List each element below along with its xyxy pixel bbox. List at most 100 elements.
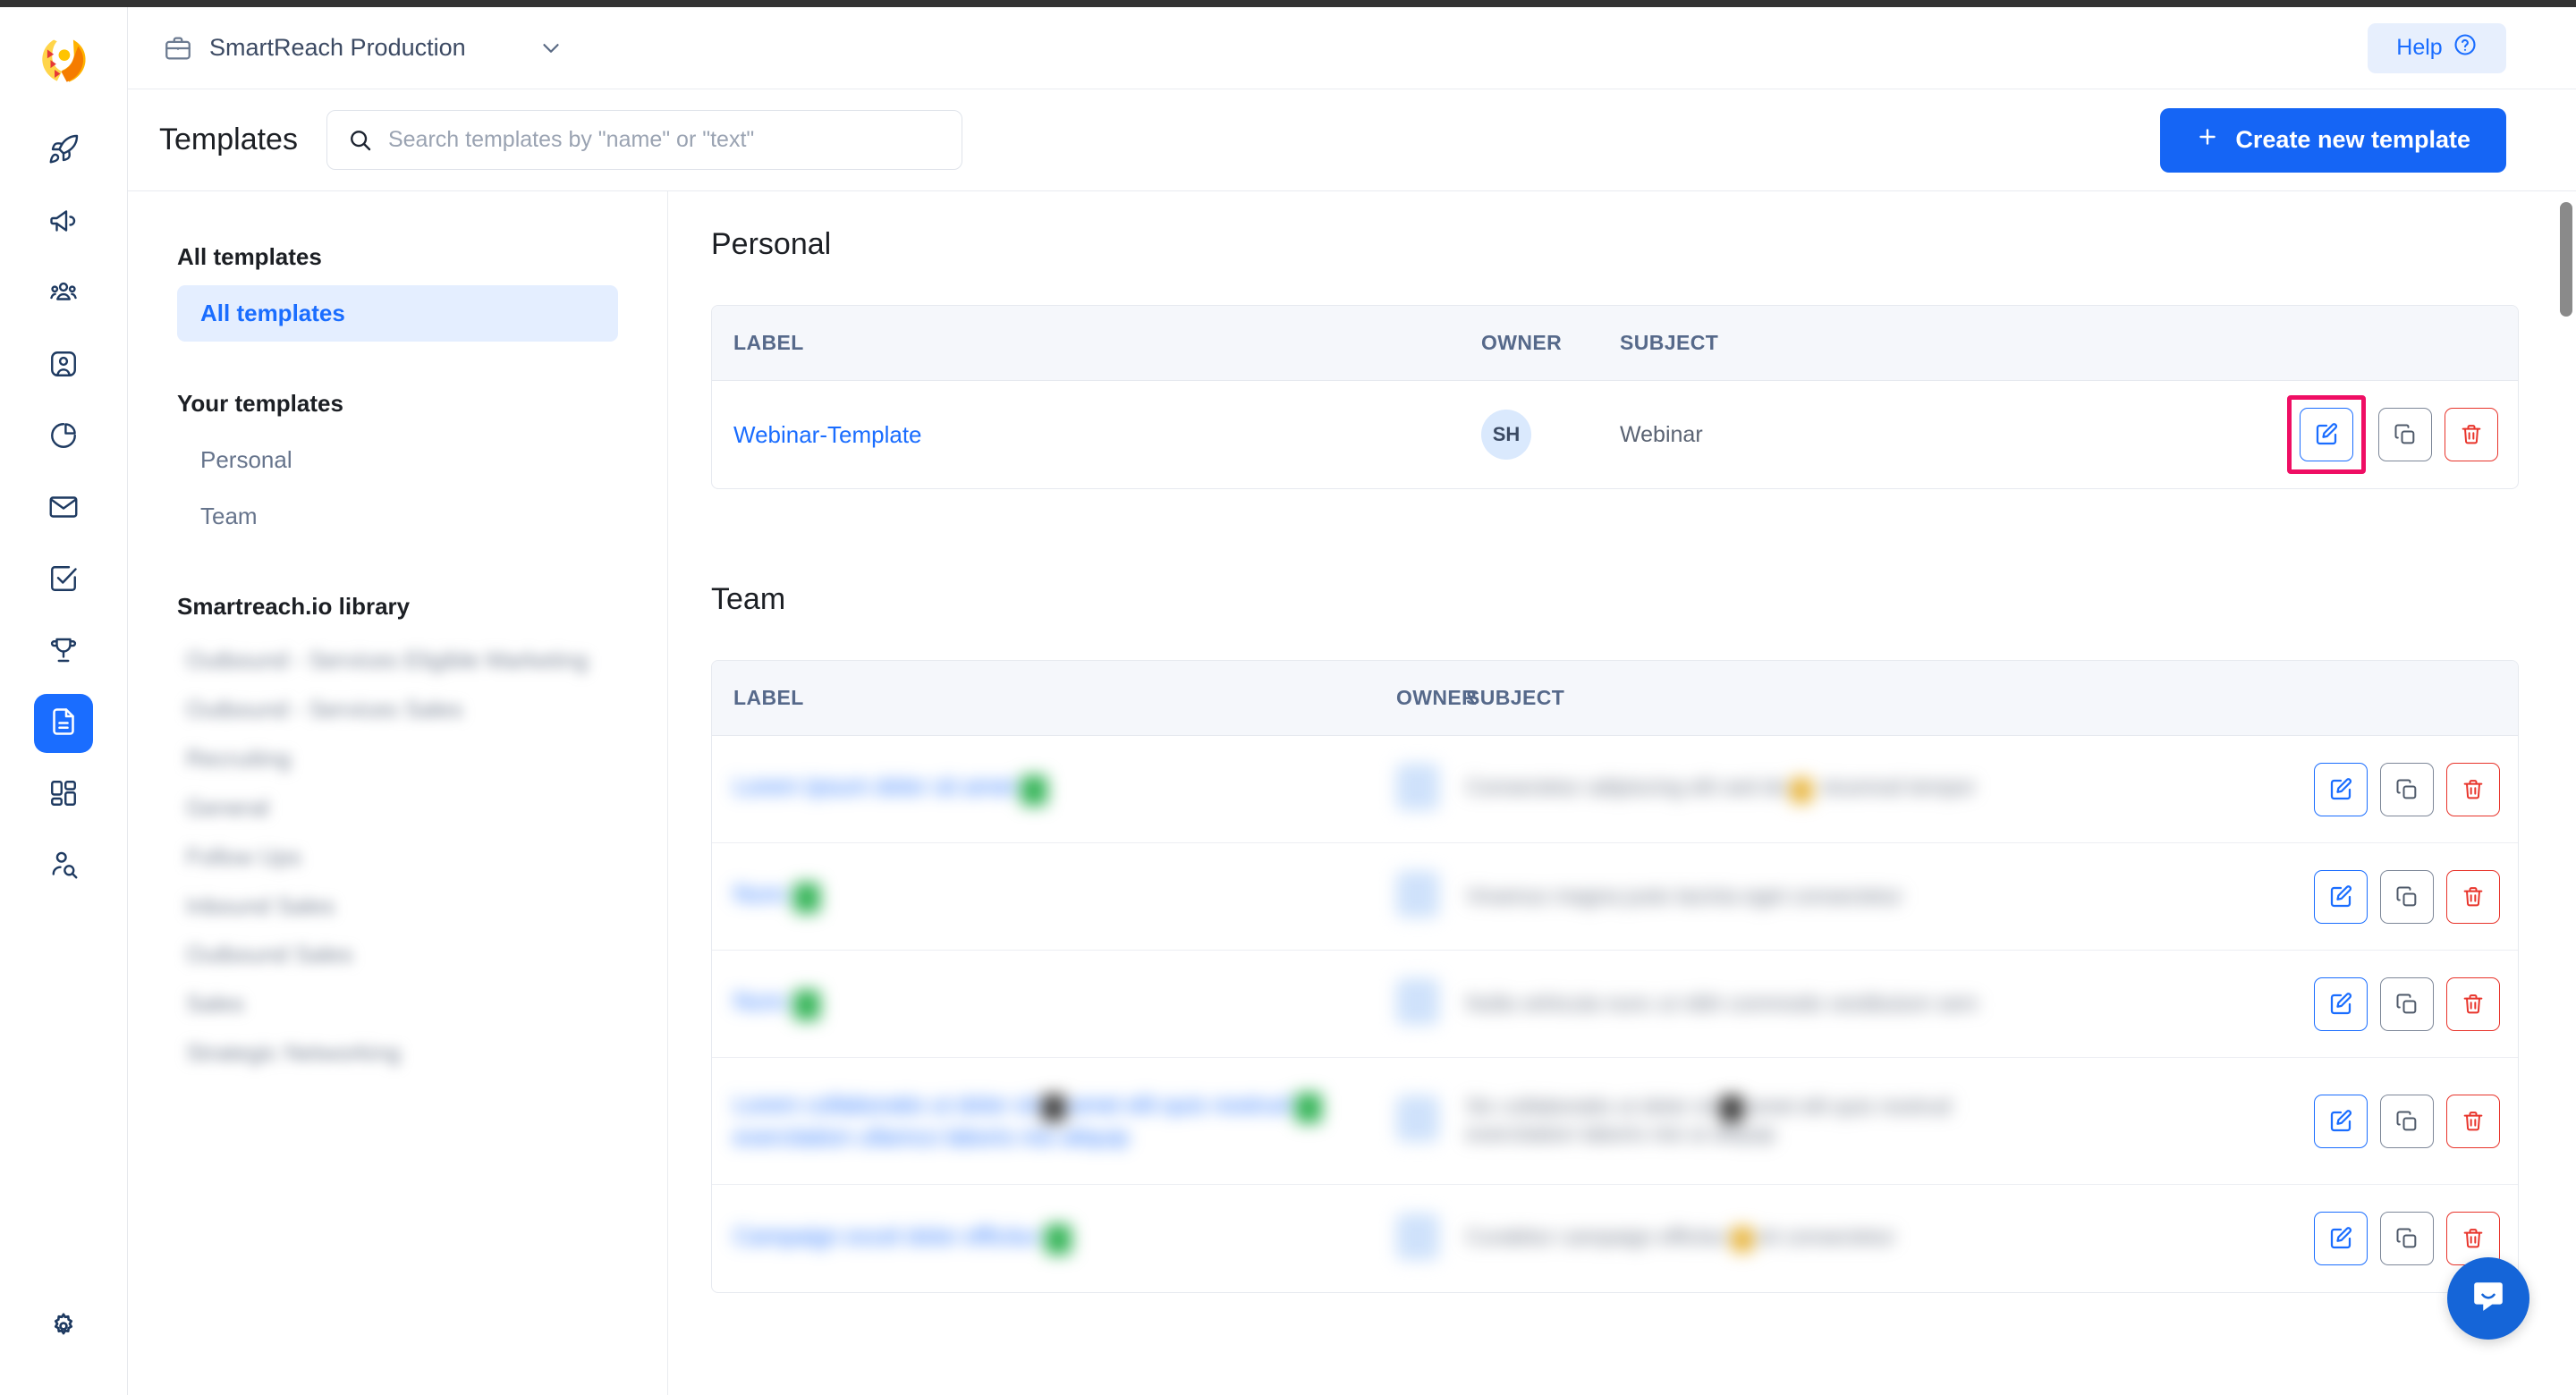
column-header-subject: SUBJECT — [1466, 686, 1565, 709]
create-new-template-label: Create new template — [2235, 126, 2470, 153]
user-search-icon — [47, 849, 80, 885]
column-header-owner: OWNER — [1481, 331, 1563, 354]
top-bar: SmartReach Production Help — [128, 7, 2576, 89]
library-item[interactable]: Outbound - Services Eligible Marketing — [177, 644, 618, 677]
user-card-icon — [47, 348, 80, 385]
sidebar-item-label: Team — [200, 503, 258, 529]
sidebar-item-inbox[interactable] — [34, 479, 93, 538]
sidebar-item-all-templates[interactable]: All templates — [177, 285, 618, 342]
templates-sidebar: All templates All templates Your templat… — [128, 191, 668, 1395]
sidebar-item-find-leads[interactable] — [34, 837, 93, 896]
column-header-owner: OWNER — [1396, 686, 1478, 709]
template-label-link[interactable]: Webinar-Template — [733, 421, 922, 448]
team-templates-table: LABEL OWNER SUBJECT Lorem Ipsum dolor si… — [711, 660, 2519, 1293]
library-item[interactable]: Recruiting — [177, 742, 618, 775]
main-scrollbar-thumb[interactable] — [2560, 202, 2572, 317]
avatar: SH — [1481, 410, 1531, 460]
edit-template-button[interactable] — [2314, 869, 2368, 924]
pie-chart-icon — [47, 419, 80, 456]
page-header: Templates Create new template — [128, 89, 2576, 191]
checkbox-check-icon — [47, 562, 80, 599]
help-button[interactable]: Help — [2368, 22, 2506, 73]
row-actions — [2314, 976, 2500, 1031]
library-item[interactable]: Outbound Sales — [177, 938, 618, 971]
sidebar-item-accounts[interactable] — [34, 336, 93, 395]
sidebar-item-prospects[interactable] — [34, 265, 93, 324]
app-root: SmartReach Production Help Templates Sea… — [0, 0, 2576, 1395]
delete-template-button[interactable] — [2446, 762, 2500, 816]
row-actions — [2314, 1212, 2500, 1265]
nav-group-heading: Your templates — [177, 390, 343, 417]
library-item[interactable]: Sales — [177, 987, 618, 1020]
library-item[interactable]: Outbound - Services Sales — [177, 693, 618, 726]
sidebar-item-team[interactable]: Team — [177, 488, 618, 545]
column-header-label: LABEL — [733, 331, 804, 354]
main-scrollbar-track[interactable] — [2556, 191, 2576, 1395]
duplicate-template-button[interactable] — [2380, 762, 2434, 816]
briefcase-icon — [163, 33, 193, 63]
column-header-subject: SUBJECT — [1620, 331, 1719, 354]
row-actions — [2287, 395, 2498, 474]
sidebar-item-reports[interactable] — [34, 408, 93, 467]
sidebar-item-outreach[interactable] — [34, 193, 93, 252]
sidebar-item-apps[interactable] — [34, 765, 93, 824]
personal-templates-table: LABEL OWNER SUBJECT Webinar-Template SH … — [711, 305, 2519, 489]
sidebar-item-campaigns[interactable] — [34, 122, 93, 181]
library-item[interactable]: Follow Ups — [177, 841, 618, 874]
delete-template-button[interactable] — [2446, 976, 2500, 1031]
library-item[interactable]: Strategic Networking — [177, 1036, 618, 1070]
table-row: Lorem Ipsum dolor sit amet Consectetur a… — [712, 736, 2518, 843]
delete-template-button[interactable] — [2446, 869, 2500, 924]
users-group-icon — [47, 276, 80, 313]
sidebar-item-goals[interactable] — [34, 622, 93, 681]
table-row: Campaign excel dolor efficitur Curabitur… — [712, 1185, 2518, 1292]
page-title: Templates — [159, 123, 298, 156]
gear-icon — [47, 1310, 80, 1347]
sidebar-item-tasks[interactable] — [34, 551, 93, 610]
workspace-selector[interactable]: SmartReach Production — [163, 33, 564, 63]
duplicate-template-button[interactable] — [2380, 976, 2434, 1031]
row-actions — [2314, 869, 2500, 924]
grid-apps-icon — [47, 777, 80, 814]
duplicate-template-button[interactable] — [2378, 408, 2432, 461]
rocket-icon — [47, 133, 80, 170]
plus-icon — [2196, 125, 2219, 155]
document-icon — [47, 706, 80, 742]
library-list: Outbound - Services Eligible Marketing O… — [128, 644, 667, 1070]
search-input[interactable] — [387, 127, 942, 153]
sidebar-item-label: All templates — [200, 300, 345, 326]
library-item[interactable]: Inbound Sales — [177, 890, 618, 923]
edit-template-button[interactable] — [2314, 1094, 2368, 1148]
chat-launcher-button[interactable] — [2447, 1257, 2529, 1340]
delete-template-button[interactable] — [2445, 408, 2498, 461]
edit-template-button[interactable] — [2314, 762, 2368, 816]
duplicate-template-button[interactable] — [2380, 1212, 2434, 1265]
nav-group-heading: All templates — [177, 243, 322, 270]
library-item[interactable]: General — [177, 791, 618, 824]
main-content: Personal LABEL OWNER SUBJECT Webinar-Tem… — [668, 191, 2576, 1395]
edit-template-button[interactable] — [2314, 1212, 2368, 1265]
edit-template-button[interactable] — [2314, 976, 2368, 1031]
edit-template-button[interactable] — [2300, 408, 2353, 461]
help-label: Help — [2396, 35, 2443, 60]
nav-group-your-templates: Your templates Personal Team — [128, 390, 667, 545]
sidebar-item-templates[interactable] — [34, 694, 93, 753]
duplicate-template-button[interactable] — [2380, 1094, 2434, 1148]
smartreach-logo[interactable] — [35, 32, 92, 89]
envelope-icon — [47, 491, 80, 528]
chevron-down-icon[interactable] — [538, 35, 564, 62]
personal-section-title: Personal — [711, 227, 832, 261]
delete-template-button[interactable] — [2446, 1094, 2500, 1148]
edit-button-highlight — [2287, 395, 2366, 474]
search-bar[interactable] — [326, 110, 962, 170]
table-header-row: LABEL OWNER SUBJECT — [712, 661, 2518, 736]
team-section-title: Team — [711, 582, 786, 616]
table-row: Nunc Vivamus magna justo lacinia eget co… — [712, 843, 2518, 951]
sidebar-nav-list — [34, 122, 93, 896]
megaphone-icon — [47, 205, 80, 241]
table-row: Lorem collaboratio ut dolor sit amet elit… — [712, 1058, 2518, 1185]
create-new-template-button[interactable]: Create new template — [2160, 107, 2506, 173]
sidebar-item-personal[interactable]: Personal — [177, 432, 618, 488]
sidebar-item-settings[interactable] — [34, 1298, 93, 1357]
duplicate-template-button[interactable] — [2380, 869, 2434, 924]
